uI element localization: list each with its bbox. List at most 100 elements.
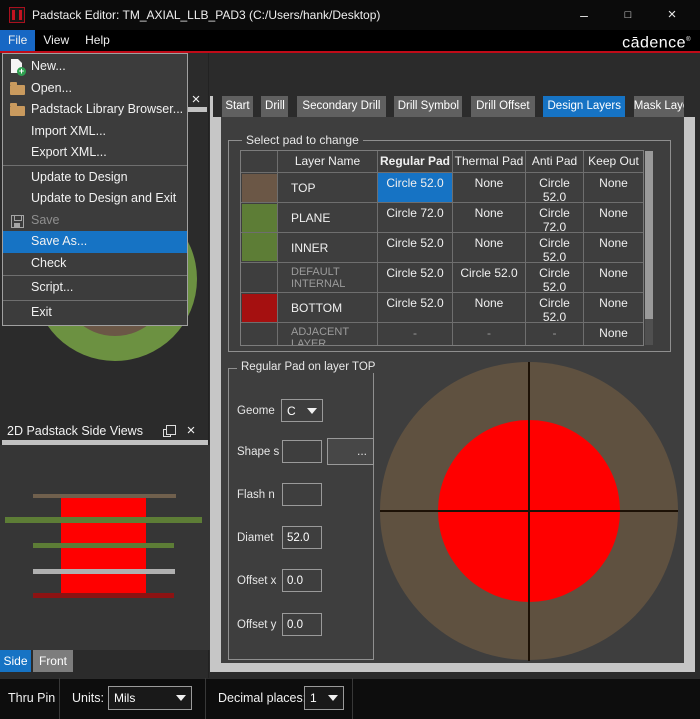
regular-pad-cell[interactable]: Circle 52.0 (378, 263, 453, 293)
cadence-logo: cādence® (622, 30, 691, 51)
anti-pad-cell[interactable]: Circle 52.0 (526, 293, 584, 323)
regular-pad-cell[interactable]: - (378, 323, 453, 346)
tab-secondary-drill[interactable]: Secondary Drill (297, 96, 386, 117)
side-view-canvas (0, 445, 210, 650)
regular-pad-cell[interactable]: Circle 72.0 (378, 203, 453, 233)
thermal-pad-cell[interactable]: None (453, 233, 526, 263)
anti-pad-cell[interactable]: Circle 52.0 (526, 173, 584, 203)
tab-front[interactable]: Front (33, 650, 73, 672)
menu-item-open[interactable]: Open... (3, 78, 187, 100)
geometry-dropdown[interactable]: C (281, 399, 323, 422)
thermal-pad-cell[interactable]: None (453, 293, 526, 323)
anti-pad-cell[interactable]: - (526, 323, 584, 346)
panel-scrollbar-horizontal[interactable] (210, 663, 695, 672)
anti-pad-cell[interactable]: Circle 52.0 (526, 263, 584, 293)
menu-item-script[interactable]: Script... (3, 277, 187, 299)
layer-swatch-cell[interactable] (241, 323, 278, 346)
anti-pad-cell[interactable]: Circle 52.0 (526, 233, 584, 263)
decimal-places-label: Decimal places: (218, 678, 306, 719)
table-row-top: TOP Circle 52.0 None Circle 52.0 None (241, 173, 643, 203)
decimal-places-dropdown[interactable]: 1 (304, 686, 344, 710)
menu-item-check[interactable]: Check (3, 253, 187, 275)
tab-mask-layers[interactable]: Mask Layers (634, 96, 684, 117)
layer-name-cell[interactable]: ADJACENT LAYER (278, 323, 378, 346)
tab-drill-symbol[interactable]: Drill Symbol (394, 96, 462, 117)
maximize-icon: □ (625, 9, 632, 21)
anti-pad-cell[interactable]: Circle 72.0 (526, 203, 584, 233)
layer-swatch-cell[interactable] (241, 233, 278, 263)
menu-item-label: Padstack Library Browser... (31, 102, 183, 116)
layer-color-swatch (242, 204, 277, 233)
shape-browse-button[interactable]: ... (327, 438, 374, 465)
side-views-close-icon[interactable]: × (182, 422, 200, 440)
layer-name-cell[interactable]: TOP (278, 173, 378, 203)
menu-view[interactable]: View (35, 30, 77, 51)
regular-pad-cell[interactable]: Circle 52.0 (378, 293, 453, 323)
menu-item-exit[interactable]: Exit (3, 302, 187, 324)
float-panel-icon[interactable] (163, 429, 171, 437)
menu-item-export-xml[interactable]: Export XML... (3, 142, 187, 164)
keep-out-cell[interactable]: None (584, 293, 643, 323)
menu-separator (3, 300, 187, 301)
menu-item-import-xml[interactable]: Import XML... (3, 121, 187, 143)
tab-start[interactable]: Start (222, 96, 253, 117)
keep-out-cell[interactable]: None (584, 263, 643, 293)
table-scrollbar-thumb[interactable] (645, 151, 653, 319)
menu-item-update-to-design-and-exit[interactable]: Update to Design and Exit (3, 188, 187, 210)
menu-separator (3, 275, 187, 276)
keep-out-cell[interactable]: None (584, 323, 643, 346)
layer-swatch-cell[interactable] (241, 173, 278, 203)
layer-name-cell[interactable]: BOTTOM (278, 293, 378, 323)
menu-file[interactable]: File (0, 30, 35, 51)
units-dropdown[interactable]: Mils (108, 686, 192, 710)
keep-out-cell[interactable]: None (584, 173, 643, 203)
thermal-pad-cell[interactable]: - (453, 323, 526, 346)
minimize-button[interactable]: – (562, 0, 606, 30)
tab-side[interactable]: Side (0, 650, 31, 672)
thermal-pad-cell[interactable]: None (453, 173, 526, 203)
close-button[interactable]: × (650, 0, 694, 30)
regular-pad-cell[interactable]: Circle 52.0 (378, 233, 453, 263)
table-row-bottom: BOTTOM Circle 52.0 None Circle 52.0 None (241, 293, 643, 323)
menu-item-new[interactable]: + New... (3, 56, 187, 78)
layer-swatch-cell[interactable] (241, 263, 278, 293)
panel-scrollbar-vertical[interactable] (684, 117, 695, 672)
side-view-inner-layer-line (33, 543, 174, 548)
layer-name-cell[interactable]: DEFAULT INTERNAL (278, 263, 378, 293)
tab-drill[interactable]: Drill (261, 96, 288, 117)
offset-x-input[interactable] (282, 569, 322, 592)
menu-item-padstack-library-browser[interactable]: Padstack Library Browser... (3, 99, 187, 121)
layer-name-header: Layer Name (278, 151, 378, 173)
pin-type-label: Thru Pin (8, 678, 55, 719)
maximize-button[interactable]: □ (606, 0, 650, 30)
shape-input[interactable] (282, 440, 322, 463)
keep-out-cell[interactable]: None (584, 233, 643, 263)
layer-swatch-cell[interactable] (241, 293, 278, 323)
offset-y-input[interactable] (282, 613, 322, 636)
layer-name-cell[interactable]: PLANE (278, 203, 378, 233)
tab-design-layers[interactable]: Design Layers (543, 96, 625, 117)
save-icon (9, 213, 27, 229)
geometry-label: Geome (237, 405, 275, 417)
menu-item-update-to-design[interactable]: Update to Design (3, 167, 187, 189)
tab-drill-offset[interactable]: Drill Offset (471, 96, 535, 117)
thermal-pad-cell[interactable]: None (453, 203, 526, 233)
menu-item-label: Exit (31, 305, 52, 319)
menu-item-save: Save (3, 210, 187, 232)
flash-input[interactable] (282, 483, 322, 506)
folder-icon (9, 81, 27, 97)
menu-item-label: Open... (31, 81, 72, 95)
top-view-close-icon[interactable]: × (187, 91, 205, 109)
menu-help[interactable]: Help (77, 30, 118, 51)
thermal-pad-header: Thermal Pad (453, 151, 526, 173)
table-scrollbar[interactable] (645, 151, 653, 345)
regular-pad-header: Regular Pad (378, 151, 453, 173)
layer-swatch-cell[interactable] (241, 203, 278, 233)
thermal-pad-cell[interactable]: Circle 52.0 (453, 263, 526, 293)
diameter-input[interactable] (282, 526, 322, 549)
regular-pad-cell[interactable]: Circle 52.0 (378, 173, 453, 203)
table-row-inner: INNER Circle 52.0 None Circle 52.0 None (241, 233, 643, 263)
layer-name-cell[interactable]: INNER (278, 233, 378, 263)
keep-out-cell[interactable]: None (584, 203, 643, 233)
menu-item-save-as[interactable]: Save As... (3, 231, 187, 253)
